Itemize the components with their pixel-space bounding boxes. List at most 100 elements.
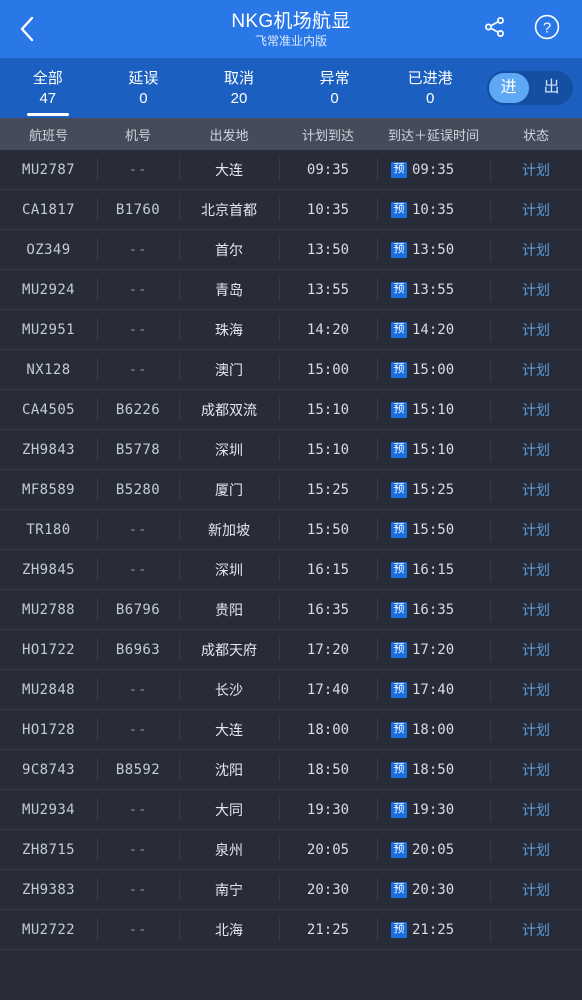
share-button[interactable] xyxy=(478,12,512,46)
estimated-time: 17:40 xyxy=(412,681,455,698)
cell-status: 计划 xyxy=(490,190,582,229)
origin-city: 成都天府 xyxy=(201,641,257,658)
estimated-time: 15:10 xyxy=(412,401,455,418)
cell-estimated-time: 预 17:20 xyxy=(377,630,490,669)
table-row[interactable]: OZ349 -- 首尔 13:50 预 13:50 计划 xyxy=(0,230,582,270)
cell-status: 计划 xyxy=(490,430,582,469)
cell-status: 计划 xyxy=(490,710,582,749)
cell-status: 计划 xyxy=(490,670,582,709)
table-row[interactable]: MU2788 B6796 贵阳 16:35 预 16:35 计划 xyxy=(0,590,582,630)
cell-flight-no: TR180 xyxy=(0,510,97,549)
status-badge: 计划 xyxy=(522,561,550,578)
table-row[interactable]: TR180 -- 新加坡 15:50 预 15:50 计划 xyxy=(0,510,582,550)
flight-number: MU2934 xyxy=(22,801,75,818)
estimated-time: 15:25 xyxy=(412,481,455,498)
table-row[interactable]: 9C8743 B8592 沈阳 18:50 预 18:50 计划 xyxy=(0,750,582,790)
cell-tail-no: -- xyxy=(97,230,179,269)
table-row[interactable]: MU2787 -- 大连 09:35 预 09:35 计划 xyxy=(0,150,582,190)
table-row[interactable]: HO1722 B6963 成都天府 17:20 预 17:20 计划 xyxy=(0,630,582,670)
cell-flight-no: MU2951 xyxy=(0,310,97,349)
cell-origin: 青岛 xyxy=(179,270,279,309)
cell-scheduled-time: 18:00 xyxy=(279,710,377,749)
cell-scheduled-time: 15:00 xyxy=(279,350,377,389)
tail-number: -- xyxy=(128,681,148,698)
estimated-badge: 预 xyxy=(391,521,407,538)
table-row[interactable]: CA4505 B6226 成都双流 15:10 预 15:10 计划 xyxy=(0,390,582,430)
status-badge: 计划 xyxy=(522,601,550,618)
cell-estimated-time: 预 16:35 xyxy=(377,590,490,629)
table-row[interactable]: ZH9843 B5778 深圳 15:10 预 15:10 计划 xyxy=(0,430,582,470)
scheduled-time: 15:50 xyxy=(306,521,350,538)
table-row[interactable]: MF8589 B5280 厦门 15:25 预 15:25 计划 xyxy=(0,470,582,510)
cell-tail-no: -- xyxy=(97,510,179,549)
flight-number: MU2722 xyxy=(22,921,75,938)
filter-tab-abnormal[interactable]: 异常 0 xyxy=(287,58,383,118)
scheduled-time: 16:15 xyxy=(306,561,350,578)
table-row[interactable]: HO1728 -- 大连 18:00 预 18:00 计划 xyxy=(0,710,582,750)
cell-flight-no: MU2787 xyxy=(0,150,97,189)
status-badge: 计划 xyxy=(522,321,550,338)
filter-tab-arrived[interactable]: 已进港 0 xyxy=(382,58,478,118)
cell-status: 计划 xyxy=(490,510,582,549)
scheduled-time: 13:50 xyxy=(306,241,350,258)
table-row[interactable]: NX128 -- 澳门 15:00 预 15:00 计划 xyxy=(0,350,582,390)
origin-city: 贵阳 xyxy=(215,601,243,618)
filter-tab-count: 20 xyxy=(230,89,248,107)
tail-number: B6796 xyxy=(115,601,161,618)
estimated-badge: 预 xyxy=(391,681,407,698)
cell-flight-no: CA4505 xyxy=(0,390,97,429)
flight-number: ZH9383 xyxy=(22,881,75,898)
scheduled-time: 13:55 xyxy=(306,281,350,298)
cell-scheduled-time: 15:10 xyxy=(279,390,377,429)
cell-tail-no: B5778 xyxy=(97,430,179,469)
cell-status: 计划 xyxy=(490,230,582,269)
cell-flight-no: ZH9383 xyxy=(0,870,97,909)
direction-toggle-wrap: 进 出 xyxy=(478,58,582,118)
estimated-time: 13:50 xyxy=(412,241,455,258)
cell-origin: 南宁 xyxy=(179,870,279,909)
estimated-badge: 预 xyxy=(391,841,407,858)
origin-city: 深圳 xyxy=(215,561,243,578)
toggle-option-arrivals[interactable]: 进 xyxy=(487,71,530,105)
cell-status: 计划 xyxy=(490,310,582,349)
filter-tab-cancelled[interactable]: 取消 20 xyxy=(191,58,287,118)
status-badge: 计划 xyxy=(522,641,550,658)
estimated-time: 10:35 xyxy=(412,201,455,218)
help-button[interactable]: ? xyxy=(530,12,564,46)
table-row[interactable]: ZH9845 -- 深圳 16:15 预 16:15 计划 xyxy=(0,550,582,590)
table-row[interactable]: MU2951 -- 珠海 14:20 预 14:20 计划 xyxy=(0,310,582,350)
chevron-left-icon xyxy=(17,14,37,44)
filter-tab-all[interactable]: 全部 47 xyxy=(0,58,96,118)
estimated-badge: 预 xyxy=(391,401,407,418)
cell-scheduled-time: 13:50 xyxy=(279,230,377,269)
estimated-time: 14:20 xyxy=(412,321,455,338)
tail-number: B6226 xyxy=(115,401,161,418)
cell-status: 计划 xyxy=(490,470,582,509)
table-row[interactable]: MU2924 -- 青岛 13:55 预 13:55 计划 xyxy=(0,270,582,310)
table-row[interactable]: MU2722 -- 北海 21:25 预 21:25 计划 xyxy=(0,910,582,950)
cell-origin: 澳门 xyxy=(179,350,279,389)
cell-flight-no: HO1722 xyxy=(0,630,97,669)
table-row[interactable]: MU2934 -- 大同 19:30 预 19:30 计划 xyxy=(0,790,582,830)
toggle-option-departures[interactable]: 出 xyxy=(530,71,573,105)
table-row[interactable]: CA1817 B1760 北京首都 10:35 预 10:35 计划 xyxy=(0,190,582,230)
cell-status: 计划 xyxy=(490,270,582,309)
back-button[interactable] xyxy=(0,0,54,58)
table-row[interactable]: ZH8715 -- 泉州 20:05 预 20:05 计划 xyxy=(0,830,582,870)
cell-tail-no: B6226 xyxy=(97,390,179,429)
cell-origin: 珠海 xyxy=(179,310,279,349)
filter-tab-delayed[interactable]: 延误 0 xyxy=(96,58,192,118)
estimated-badge: 预 xyxy=(391,201,407,218)
table-row[interactable]: ZH9383 -- 南宁 20:30 预 20:30 计划 xyxy=(0,870,582,910)
svg-text:?: ? xyxy=(543,20,551,36)
flight-table: 航班号 机号 出发地 计划到达 到达＋延误时间 状态 MU2787 -- 大连 09:… xyxy=(0,118,582,1000)
origin-city: 沈阳 xyxy=(215,761,243,778)
estimated-badge: 预 xyxy=(391,321,407,338)
estimated-badge: 预 xyxy=(391,721,407,738)
cell-estimated-time: 预 14:20 xyxy=(377,310,490,349)
origin-city: 北海 xyxy=(215,921,243,938)
arrival-departure-toggle[interactable]: 进 出 xyxy=(486,71,573,105)
table-row[interactable]: MU2848 -- 长沙 17:40 预 17:40 计划 xyxy=(0,670,582,710)
cell-origin: 泉州 xyxy=(179,830,279,869)
cell-flight-no: MU2722 xyxy=(0,910,97,949)
